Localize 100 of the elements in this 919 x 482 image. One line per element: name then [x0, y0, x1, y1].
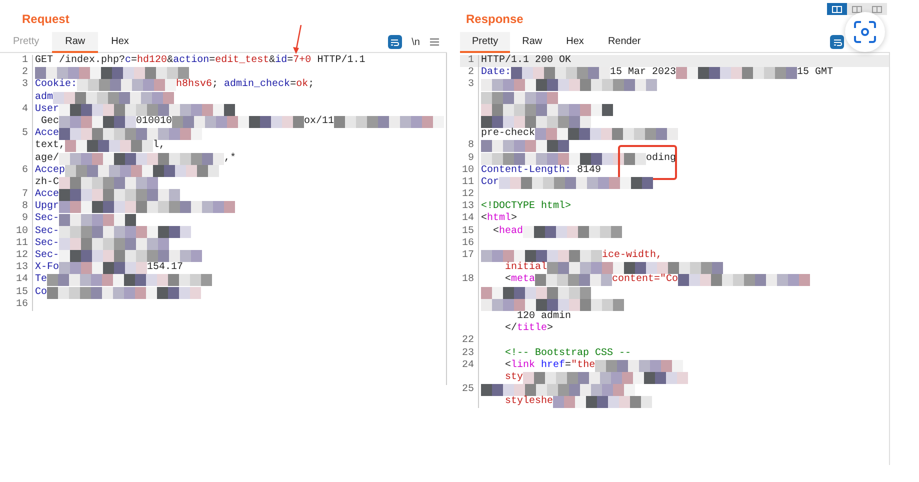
layout-toggle[interactable] — [867, 3, 887, 15]
line-number: 23 — [460, 348, 479, 360]
code-text: Content-Length: 8149 — [481, 164, 602, 177]
code-text: oding — [646, 152, 676, 165]
view-tab[interactable]: Hex — [554, 32, 596, 52]
code-text: Acce — [35, 189, 60, 201]
view-tab[interactable]: Pretty — [460, 32, 510, 52]
line-number: 12 — [460, 189, 479, 202]
wrap-icon — [390, 38, 400, 46]
wrap-icon — [832, 38, 842, 46]
line-number: 15 — [460, 226, 479, 238]
wrap-lines-button[interactable] — [388, 35, 402, 49]
line-number: 14 — [0, 274, 33, 287]
code-text: pre-check — [481, 128, 536, 140]
scan-icon — [854, 21, 876, 43]
line-number: 24 — [460, 360, 479, 372]
code-text: User — [35, 104, 60, 116]
line-number: 14 — [460, 213, 479, 226]
code-text: <!DOCTYPE html> — [481, 201, 572, 212]
code-text: zh-C — [35, 176, 60, 189]
code-text: Acce — [35, 128, 60, 140]
code-text: h8hsv6; admin_check=ok; — [176, 79, 314, 92]
code-text: 15 Mar 2023 — [610, 67, 676, 80]
line-number: 3 — [0, 79, 33, 92]
line-number: 10 — [460, 164, 479, 177]
view-tab[interactable]: Raw — [52, 32, 98, 52]
line-number: 1 — [0, 55, 33, 68]
line-number: 15 — [0, 286, 33, 299]
code-text: 15 GMT — [797, 67, 834, 80]
line-number: 22 — [460, 335, 479, 348]
code-text: <meta — [504, 274, 536, 287]
view-tab[interactable]: Raw — [510, 32, 554, 52]
code-text: GET /index.php?c=hd120&action=edit_test&id=7+0 HTTP/1.1 — [35, 55, 366, 68]
code-text: text, — [35, 140, 66, 152]
wrap-lines-button[interactable] — [830, 35, 844, 49]
line-number: 5 — [0, 128, 33, 140]
line-number: 16 — [0, 298, 33, 311]
line-number: 10 — [0, 226, 33, 238]
layout-toggle[interactable] — [847, 3, 867, 15]
line-number: 25 — [460, 384, 479, 396]
view-tab[interactable]: Hex — [98, 32, 142, 52]
line-number: 8 — [0, 201, 33, 214]
code-text: content="Co — [612, 274, 678, 287]
code-text: sty — [504, 372, 524, 384]
code-text: 154.17 — [147, 262, 184, 274]
line-number: 17 — [460, 250, 479, 262]
code-text: 010010 — [136, 116, 172, 128]
code-text: styleshe — [504, 396, 554, 408]
code-text: Sec- — [35, 238, 60, 250]
line-number: 11 — [0, 238, 33, 250]
code-text: <!-- Bootstrap CSS -- — [504, 348, 632, 360]
line-number: 4 — [0, 104, 33, 116]
code-text: ,* — [224, 152, 236, 165]
view-tab[interactable]: Render — [596, 32, 653, 52]
line-number: 3 — [460, 79, 479, 92]
code-text: age/ — [35, 152, 60, 165]
code-text: Cor — [481, 176, 500, 190]
panel-title: Response — [465, 11, 524, 28]
line-number: 16 — [460, 238, 479, 250]
columns-icon — [852, 6, 862, 12]
code-text: Te — [35, 274, 48, 287]
layout-toggle[interactable] — [827, 3, 847, 15]
line-number: 13 — [0, 262, 33, 274]
line-number: 11 — [460, 176, 479, 190]
line-number: 7 — [0, 189, 33, 202]
line-number: 18 — [460, 274, 479, 287]
code-text: Date: — [481, 67, 512, 80]
scan-button[interactable] — [845, 12, 885, 52]
line-number: 2 — [0, 67, 33, 80]
code-text: Cookie: — [35, 79, 78, 92]
newline-toggle[interactable]: \n — [412, 36, 420, 48]
code-text: <link href="the — [504, 360, 596, 372]
code-text: X-Fo — [35, 262, 60, 274]
code-text: 120 admin — [516, 310, 572, 322]
line-number: 9 — [0, 213, 33, 226]
code-text: Sec- — [35, 250, 60, 262]
code-text: Accep — [35, 164, 66, 176]
code-text: </title> — [504, 323, 554, 336]
line-number: 2 — [460, 67, 479, 80]
code-text: Sec- — [35, 213, 60, 226]
code-text: adm — [35, 92, 54, 104]
code-text: l, — [153, 140, 166, 153]
columns-icon — [872, 6, 882, 12]
code-text: ice-width, — [602, 250, 662, 262]
line-number: 13 — [460, 201, 479, 214]
code-text: ox/11 — [304, 116, 334, 128]
code-text: Sec- — [35, 226, 60, 238]
line-number: 9 — [460, 152, 479, 165]
code-text: <head — [492, 226, 524, 238]
menu-icon[interactable] — [430, 38, 439, 46]
line-number: 8 — [460, 140, 479, 152]
panel-title: Request — [21, 11, 70, 28]
line-number: 6 — [0, 164, 33, 177]
code-text: Gec — [40, 116, 60, 128]
line-number: 1 — [460, 55, 479, 68]
columns-icon — [832, 6, 842, 12]
code-text: HTTP/1.1 200 OK — [481, 55, 572, 67]
code-text: Co — [35, 286, 48, 299]
code-text: initial — [504, 262, 548, 274]
line-number: 12 — [0, 250, 33, 262]
